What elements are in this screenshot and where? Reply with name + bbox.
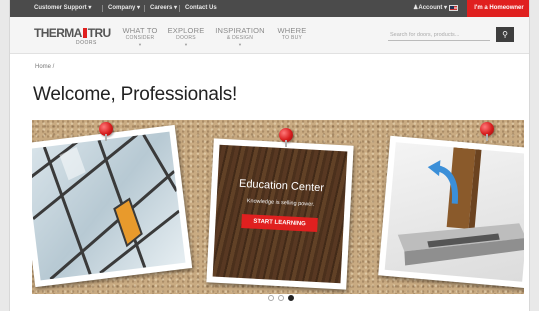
contact-us-link[interactable]: Contact Us <box>185 4 217 13</box>
company-link[interactable]: Company ▾ <box>108 4 140 13</box>
leaded-glass-pattern <box>32 131 181 281</box>
chevron-down-icon: ▼ <box>138 42 142 47</box>
careers-link[interactable]: Careers ▾ <box>150 4 177 13</box>
main-header: THERMA TRU DOORS WHAT TO CONSIDER ▼ EXPLO… <box>10 17 529 54</box>
nav-line1: WHERE <box>277 26 307 35</box>
nav-line1: EXPLORE <box>167 26 205 35</box>
nav-line1: WHAT TO <box>122 26 158 35</box>
nav-what-to-consider[interactable]: WHAT TO CONSIDER ▼ <box>120 26 160 48</box>
company-label: Company <box>108 5 136 11</box>
logo-text-right: TRU <box>87 26 111 40</box>
sill-illustration <box>397 147 524 266</box>
divider <box>179 5 180 12</box>
hero-carousel[interactable]: Education Center Knowledge is selling po… <box>32 120 524 294</box>
search-button[interactable]: ⚲ <box>496 27 514 42</box>
search-input[interactable]: Search for doors, products... <box>388 29 490 41</box>
education-center-photo[interactable]: Education Center Knowledge is selling po… <box>206 138 354 290</box>
arrow-icon <box>427 160 441 177</box>
utility-bar: Customer Support ▾ Company ▾ Careers ▾ C… <box>10 0 529 17</box>
carousel-indicators <box>268 295 298 303</box>
homeowner-button[interactable]: I'm a Homeowner <box>467 0 529 17</box>
image-overlay <box>212 144 348 284</box>
pushpin-icon <box>99 122 113 141</box>
breadcrumb[interactable]: Home / <box>35 64 54 70</box>
careers-label: Careers <box>150 5 173 11</box>
nav-line2: DOORS <box>176 35 196 41</box>
carousel-dot-3-active[interactable] <box>288 295 294 301</box>
divider <box>144 5 145 12</box>
pushpin-icon <box>279 128 293 147</box>
nav-line2: & DESIGN <box>226 35 254 41</box>
chevron-down-icon: ▼ <box>184 42 188 47</box>
page-title: Welcome, Professionals! <box>33 84 238 105</box>
door-sill-image <box>384 142 524 282</box>
account-label: Account <box>418 5 443 11</box>
nav-line1: INSPIRATION <box>215 26 265 35</box>
logo-text-left: THERMA <box>34 26 82 40</box>
nav-explore-doors[interactable]: EXPLORE DOORS ▼ <box>166 26 206 48</box>
divider <box>102 5 103 12</box>
browser-page: Customer Support ▾ Company ▾ Careers ▾ C… <box>9 0 530 311</box>
therma-tru-logo[interactable]: THERMA TRU <box>34 26 111 40</box>
stained-glass-photo <box>32 124 193 288</box>
search-icon: ⚲ <box>502 30 508 39</box>
door-sill-photo <box>378 135 524 289</box>
nav-line2: TO BUY <box>281 35 303 41</box>
carousel-dot-2[interactable] <box>278 295 284 301</box>
stained-glass-image <box>32 131 186 281</box>
logo-doors-text: DOORS <box>76 40 97 46</box>
nav-inspiration-design[interactable]: INSPIRATION & DESIGN ▼ <box>212 26 268 48</box>
us-flag-icon[interactable] <box>449 5 458 11</box>
nav-line2: CONSIDER <box>125 35 155 41</box>
customer-support-link[interactable]: Customer Support ▾ <box>34 4 91 13</box>
pushpin-icon <box>480 122 494 141</box>
chevron-down-icon: ▼ <box>238 42 242 47</box>
nav-where-to-buy[interactable]: WHERE TO BUY <box>274 27 310 42</box>
wood-door-image: Education Center Knowledge is selling po… <box>212 144 348 284</box>
customer-support-label: Customer Support <box>34 5 87 11</box>
logo-bar-icon <box>82 28 87 38</box>
carousel-dot-1[interactable] <box>268 295 274 301</box>
account-menu[interactable]: ♟Account ▾ <box>413 4 447 13</box>
